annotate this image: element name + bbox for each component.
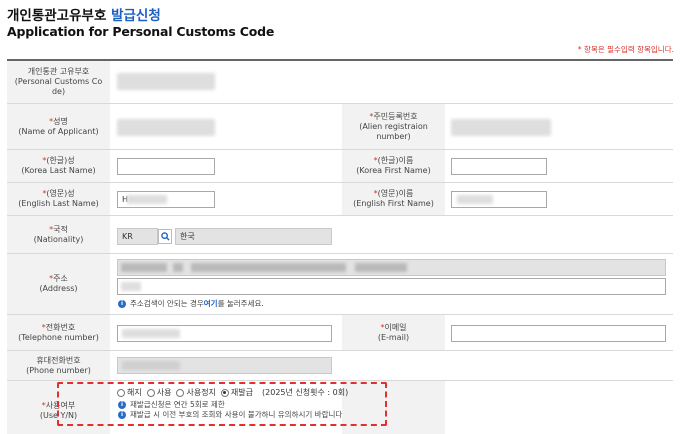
label-address: *주소 (Address) <box>7 254 110 314</box>
radio-option-cancel[interactable]: 해지 <box>117 387 142 398</box>
reissue-count-note: (2025년 신청횟수 : 0회) <box>262 388 349 397</box>
korea-last-name-input[interactable] <box>117 158 215 175</box>
info-icon: i <box>118 400 126 409</box>
address-line1-part4 <box>355 263 407 272</box>
use-status-radio-group: 해지 사용 사용정지 재발급 (2025년 신청횟수 : 0회) <box>117 387 348 398</box>
english-last-name-value <box>127 195 167 204</box>
label-customs-code: 개인통관 고유부호 (Personal Customs Code) <box>7 61 110 103</box>
address-line1-part3 <box>191 263 346 272</box>
address-help-text: i 주소검색이 안되는 경우 여기 를 눌러주세요. <box>118 298 264 309</box>
info-icon: i <box>118 410 126 419</box>
required-field-note: * 항목은 필수입력 항목입니다. <box>577 45 674 54</box>
label-english-first-name: *(영문)이름 (English First Name) <box>342 183 445 215</box>
row-nationality: *국적 (Nationality) KR 한국 <box>7 216 673 254</box>
english-first-name-value <box>457 195 493 204</box>
label-nationality: *국적 (Nationality) <box>7 216 110 253</box>
info-icon: i <box>118 299 126 308</box>
label-korea-first-name: *(한글)이름 (Korea First Name) <box>342 150 445 182</box>
radio-option-use[interactable]: 사용 <box>146 387 171 398</box>
address-line2-input[interactable] <box>117 278 666 295</box>
label-email: *이메일 (E-mail) <box>342 315 445 350</box>
customs-code-value <box>117 73 215 90</box>
phone-value <box>122 361 180 370</box>
telephone-value <box>122 329 180 338</box>
application-form: 개인통관 고유부호 (Personal Customs Code) *성명 (N… <box>7 59 673 434</box>
korea-first-name-input[interactable] <box>451 158 547 175</box>
label-english-last-name: *(영문)성 (English Last Name) <box>7 183 110 215</box>
nationality-search-button[interactable] <box>158 229 172 244</box>
radio-option-reissue[interactable]: 재발급 <box>220 387 253 398</box>
page-title-accent: 발급신청 <box>111 8 161 24</box>
row-phone: 휴대전화번호 (Phone number) <box>7 351 673 381</box>
reissue-warning-info: i 재발급 시 이전 부호의 조회와 사용이 불가하니 유의하시기 바랍니다 <box>118 409 342 420</box>
row-korean-name: *(한글)성 (Korea Last Name) *(한글)이름 (Korea … <box>7 150 673 183</box>
name-value <box>117 119 215 136</box>
address-line2-value <box>121 282 141 291</box>
nationality-name-input: 한국 <box>175 228 332 245</box>
row-name: *성명 (Name of Applicant) *주민등록번호 (Alien r… <box>7 104 673 150</box>
page-title-english: Application for Personal Customs Code <box>7 24 275 39</box>
row-use-status: *사용여부 (Use Y/N) 해지 사용 사용정지 재발급 (2025년 신청… <box>7 381 673 434</box>
search-icon <box>160 232 170 241</box>
address-manual-link[interactable]: 여기 <box>204 298 218 309</box>
label-phone: 휴대전화번호 (Phone number) <box>7 351 110 380</box>
row-english-name: *(영문)성 (English Last Name) H *(영문)이름 (En… <box>7 183 673 216</box>
row-telephone: *전화번호 (Telephone number) *이메일 (E-mail) <box>7 315 673 351</box>
label-korea-last-name: *(한글)성 (Korea Last Name) <box>7 150 110 182</box>
label-alien-reg: *주민등록번호 (Alien registraion number) <box>342 104 445 149</box>
label-name: *성명 (Name of Applicant) <box>7 104 110 149</box>
address-line1-part1 <box>121 263 167 272</box>
label-telephone: *전화번호 (Telephone number) <box>7 315 110 350</box>
row-customs-code: 개인통관 고유부호 (Personal Customs Code) <box>7 61 673 104</box>
alien-reg-value <box>451 119 551 136</box>
email-input[interactable] <box>451 325 666 342</box>
row-address: *주소 (Address) i 주소검색이 안되는 경우 여기 를 눌러주세요. <box>7 254 673 315</box>
nationality-code-input[interactable]: KR <box>117 228 158 245</box>
radio-option-suspend[interactable]: 사용정지 <box>176 387 216 398</box>
page-title-korean: 개인통관고유부호 발급신청 <box>7 8 161 24</box>
address-line1-part2 <box>173 263 183 272</box>
